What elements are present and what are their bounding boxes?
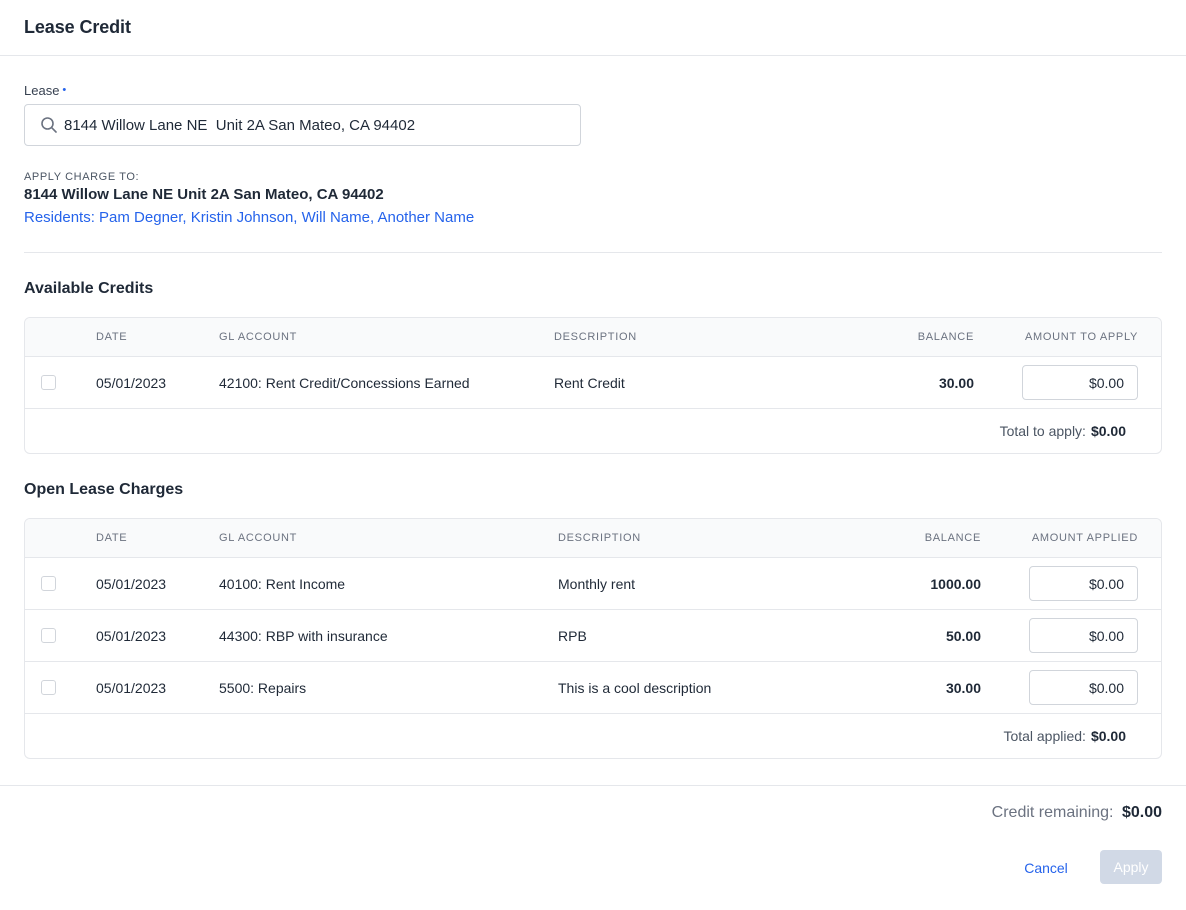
row-checkbox[interactable] bbox=[41, 628, 56, 643]
total-to-apply-value: $0.00 bbox=[1090, 423, 1126, 439]
row-checkbox[interactable] bbox=[41, 576, 56, 591]
row-description: RPB bbox=[558, 627, 587, 644]
total-applied-label: Total applied: bbox=[1003, 728, 1086, 744]
row-balance: 30.00 bbox=[938, 374, 974, 391]
section-divider bbox=[24, 252, 1162, 253]
row-balance: 50.00 bbox=[945, 627, 981, 644]
column-header-balance: BALANCE bbox=[917, 331, 974, 343]
row-date: 05/01/2023 bbox=[96, 374, 167, 391]
row-date: 05/01/2023 bbox=[96, 575, 167, 592]
row-date: 05/01/2023 bbox=[96, 679, 167, 696]
modal-content: Lease • APPLY CHARGE TO: 8144 Willow Lan… bbox=[0, 83, 1186, 759]
lease-search-field[interactable] bbox=[24, 104, 581, 146]
credit-remaining-label: Credit remaining: bbox=[991, 804, 1114, 821]
apply-charge-label: APPLY CHARGE TO: bbox=[24, 171, 140, 183]
footer-divider bbox=[0, 785, 1186, 786]
row-balance: 1000.00 bbox=[930, 575, 981, 592]
page-title: Lease Credit bbox=[24, 17, 131, 37]
apply-button[interactable]: Apply bbox=[1100, 850, 1162, 884]
column-header-amount-applied: AMOUNT APPLIED bbox=[1031, 532, 1138, 544]
total-applied-value: $0.00 bbox=[1090, 728, 1126, 744]
column-header-gl-account: GL ACCOUNT bbox=[219, 331, 298, 343]
available-credits-table: DATE GL ACCOUNT DESCRIPTION BALANCE AMOU… bbox=[24, 317, 1162, 454]
credit-remaining: Credit remaining: $0.00 bbox=[992, 804, 1162, 822]
required-marker: • bbox=[62, 83, 67, 96]
residents-link[interactable]: Residents: Pam Degner, Kristin Johnson, … bbox=[24, 209, 474, 226]
row-gl-account: 40100: Rent Income bbox=[219, 575, 346, 592]
row-date: 05/01/2023 bbox=[96, 627, 167, 644]
modal-header: Lease Credit bbox=[0, 0, 1186, 56]
amount-applied-input[interactable] bbox=[1029, 566, 1138, 601]
row-balance: 30.00 bbox=[945, 679, 981, 696]
row-description: Rent Credit bbox=[554, 374, 625, 391]
table-footer: Total to apply: $0.00 bbox=[25, 409, 1161, 453]
row-checkbox[interactable] bbox=[41, 680, 56, 695]
open-lease-charges-table: DATE GL ACCOUNT DESCRIPTION BALANCE AMOU… bbox=[24, 518, 1162, 759]
row-gl-account: 42100: Rent Credit/Concessions Earned bbox=[219, 374, 470, 391]
column-header-date: DATE bbox=[96, 331, 128, 343]
column-header-date: DATE bbox=[96, 532, 128, 544]
lease-field-label: Lease • bbox=[24, 83, 1162, 98]
lease-label-text: Lease bbox=[24, 83, 60, 98]
column-header-description: DESCRIPTION bbox=[558, 532, 641, 544]
table-row: 05/01/2023 42100: Rent Credit/Concession… bbox=[25, 357, 1161, 409]
row-description: Monthly rent bbox=[558, 575, 636, 592]
row-checkbox[interactable] bbox=[41, 375, 56, 390]
search-icon bbox=[40, 116, 58, 134]
table-row: 05/01/2023 40100: Rent Income Monthly re… bbox=[25, 558, 1161, 610]
row-description: This is a cool description bbox=[558, 679, 712, 696]
apply-charge-address: 8144 Willow Lane NE Unit 2A San Mateo, C… bbox=[24, 186, 384, 203]
open-lease-charges-title: Open Lease Charges bbox=[24, 481, 184, 498]
total-to-apply-label: Total to apply: bbox=[999, 423, 1086, 439]
apply-charge-block: APPLY CHARGE TO: 8144 Willow Lane NE Uni… bbox=[24, 171, 1162, 227]
lease-search-input[interactable] bbox=[64, 116, 564, 134]
amount-applied-input[interactable] bbox=[1029, 618, 1138, 653]
table-row: 05/01/2023 44300: RBP with insurance RPB… bbox=[25, 610, 1161, 662]
row-gl-account: 44300: RBP with insurance bbox=[219, 627, 388, 644]
table-row: 05/01/2023 5500: Repairs This is a cool … bbox=[25, 662, 1161, 714]
column-header-balance: BALANCE bbox=[924, 532, 981, 544]
available-credits-title: Available Credits bbox=[24, 280, 154, 297]
table-header: DATE GL ACCOUNT DESCRIPTION BALANCE AMOU… bbox=[25, 318, 1161, 357]
table-header: DATE GL ACCOUNT DESCRIPTION BALANCE AMOU… bbox=[25, 519, 1161, 558]
amount-to-apply-input[interactable] bbox=[1022, 365, 1138, 400]
cancel-button[interactable]: Cancel bbox=[1010, 850, 1082, 885]
table-footer: Total applied: $0.00 bbox=[25, 714, 1161, 758]
column-header-amount-to-apply: AMOUNT TO APPLY bbox=[1025, 331, 1138, 343]
row-gl-account: 5500: Repairs bbox=[219, 679, 307, 696]
column-header-description: DESCRIPTION bbox=[554, 331, 637, 343]
column-header-gl-account: GL ACCOUNT bbox=[219, 532, 298, 544]
credit-remaining-value: $0.00 bbox=[1121, 804, 1162, 821]
amount-applied-input[interactable] bbox=[1029, 670, 1138, 705]
